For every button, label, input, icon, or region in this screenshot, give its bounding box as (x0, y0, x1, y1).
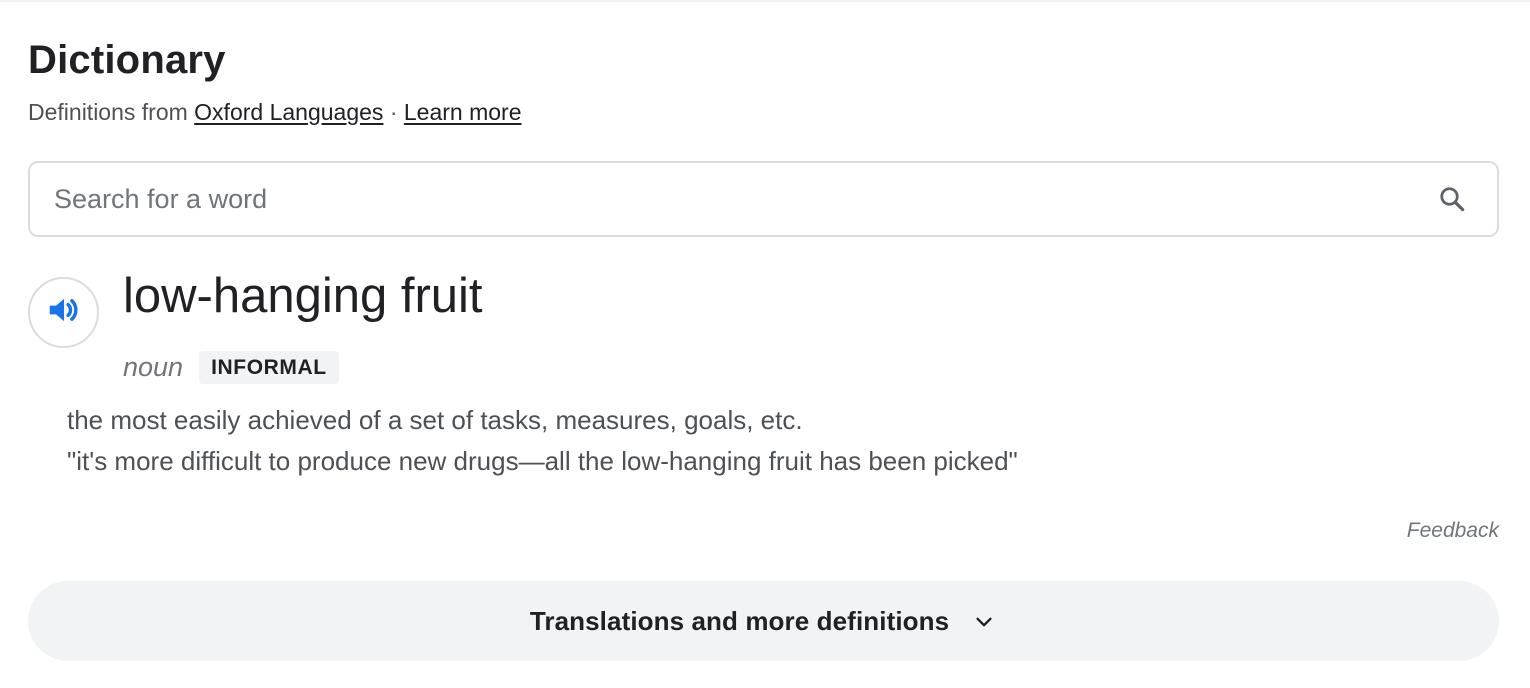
source-prefix: Definitions from (28, 99, 188, 125)
speaker-icon (45, 291, 83, 334)
dictionary-card: Dictionary Definitions from Oxford Langu… (28, 0, 1499, 688)
separator-dot: · (389, 99, 398, 125)
source-attribution: Definitions from Oxford Languages · Lear… (28, 99, 522, 126)
headword: low-hanging fruit (123, 269, 483, 323)
search-input[interactable] (54, 183, 1435, 215)
feedback-link[interactable]: Feedback (1407, 519, 1499, 543)
oxford-languages-link[interactable]: Oxford Languages (194, 99, 383, 125)
part-of-speech: noun (123, 352, 184, 382)
pronunciation-button[interactable] (28, 277, 99, 348)
chevron-down-icon (971, 609, 997, 635)
definition-text: the most easily achieved of a set of tas… (67, 405, 803, 435)
translations-more-button[interactable]: Translations and more definitions (28, 581, 1499, 661)
part-of-speech-row: noun INFORMAL (123, 351, 339, 384)
register-badge: INFORMAL (199, 351, 339, 384)
page-title: Dictionary (28, 38, 226, 82)
learn-more-link[interactable]: Learn more (404, 99, 522, 125)
search-icon[interactable] (1435, 182, 1469, 216)
example-sentence: "it's more difficult to produce new drug… (67, 446, 1018, 476)
translations-more-label: Translations and more definitions (529, 605, 950, 636)
search-box (28, 161, 1499, 237)
